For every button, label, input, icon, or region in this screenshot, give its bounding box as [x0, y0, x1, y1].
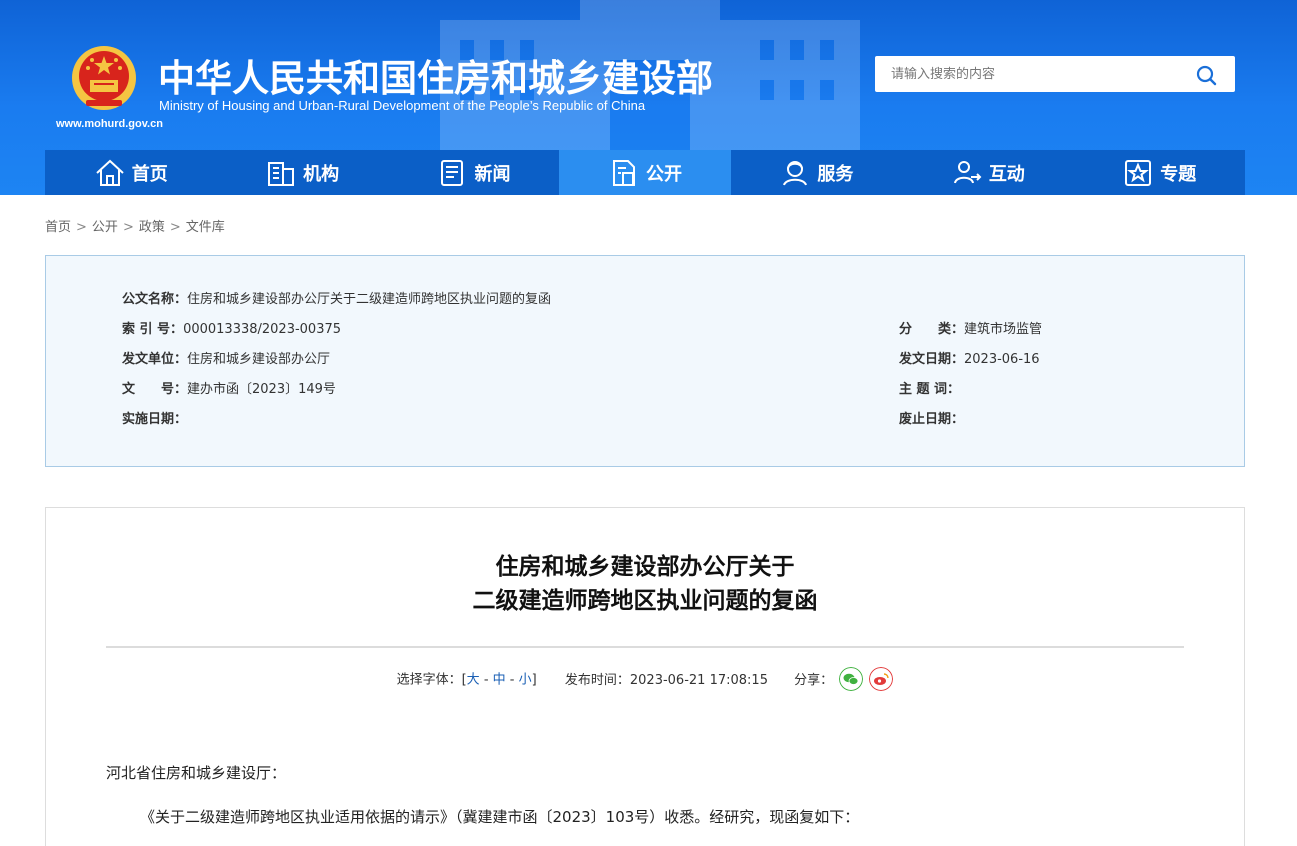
main-nav: 首页 机构 新闻 公开 服务 互动 专题	[45, 150, 1245, 195]
meta-issuer-label: 发文单位：	[122, 352, 188, 367]
nav-item-news[interactable]: 新闻	[388, 150, 559, 195]
nav-item-label: 新闻	[474, 163, 511, 185]
service-icon	[783, 160, 808, 186]
meta-title-row: 公文名称：住房和城乡建设部办公厅关于二级建造师跨地区执业问题的复函	[122, 288, 551, 307]
font-large-link[interactable]: 大	[467, 673, 480, 688]
font-small-link[interactable]: 小	[519, 673, 532, 688]
nav-item-service[interactable]: 服务	[731, 150, 902, 195]
breadcrumb-public[interactable]: 公开	[92, 220, 118, 235]
article-title-line: 二级建造师跨地区执业问题的复函	[472, 588, 818, 614]
wechat-icon[interactable]	[839, 667, 864, 691]
article-container: 住房和城乡建设部办公厅关于 二级建造师跨地区执业问题的复函 选择字体：[大 - …	[45, 507, 1245, 846]
letter-salutation: 河北省住房和城乡建设厅：	[106, 764, 287, 782]
meta-category-value: 建筑市场监管	[964, 322, 1043, 337]
meta-issue-date-label: 发文日期：	[899, 352, 965, 367]
nav-item-organization[interactable]: 机构	[216, 150, 387, 195]
font-medium-link[interactable]: 中	[493, 673, 506, 688]
meta-index-value: 000013338/2023-00375	[183, 322, 342, 337]
home-icon	[96, 159, 124, 186]
article-title: 住房和城乡建设部办公厅关于 二级建造师跨地区执业问题的复函	[46, 550, 1244, 618]
meta-expire-date-row: 废止日期：	[899, 408, 964, 427]
letter-paragraph: 《关于二级建造师跨地区执业适用依据的请示》（冀建建市函〔2023〕103号）收悉…	[140, 808, 860, 826]
meta-doc-number-label: 文 号：	[122, 382, 188, 397]
news-icon	[440, 159, 463, 186]
article-info-bar: 选择字体：[大 - 中 - 小] 发布时间：2023-06-21 17:08:1…	[46, 667, 1244, 692]
search-icon[interactable]	[1195, 64, 1217, 86]
meta-issue-date-value: 2023-06-16	[964, 352, 1040, 367]
nav-item-interaction[interactable]: 互动	[902, 150, 1073, 195]
building-icon	[268, 161, 295, 186]
search-input[interactable]	[891, 64, 1181, 84]
title-divider	[106, 646, 1184, 648]
star-icon	[1125, 159, 1152, 186]
breadcrumb-separator: >	[169, 220, 181, 235]
publish-time-value: 2023-06-21 17:08:15	[629, 672, 768, 688]
share-label: 分享：	[794, 672, 834, 688]
nav-item-label: 机构	[303, 163, 340, 185]
meta-title-value: 住房和城乡建设部办公厅关于二级建造师跨地区执业问题的复函	[187, 292, 552, 307]
meta-doc-number-row: 文 号：建办市函〔2023〕149号	[122, 378, 336, 397]
font-select-end: ]	[531, 672, 537, 688]
meta-index-row: 索 引 号：000013338/2023-00375	[122, 318, 341, 337]
site-url: www.mohurd.gov.cn	[56, 118, 163, 130]
meta-keywords-label: 主 题 词：	[899, 382, 961, 397]
meta-issue-date-row: 发文日期：2023-06-16	[899, 348, 1040, 367]
nav-item-topics[interactable]: 专题	[1074, 150, 1245, 195]
nav-item-public[interactable]: 公开	[559, 150, 731, 195]
meta-keywords-row: 主 题 词：	[899, 378, 960, 397]
meta-expire-date-label: 废止日期：	[899, 412, 965, 427]
breadcrumb-policy[interactable]: 政策	[139, 220, 165, 235]
search-box	[875, 56, 1235, 92]
article-title-line: 住房和城乡建设部办公厅关于	[495, 554, 795, 580]
meta-effective-date-row: 实施日期：	[122, 408, 187, 427]
document-metadata-box: 公文名称：住房和城乡建设部办公厅关于二级建造师跨地区执业问题的复函 索 引 号：…	[45, 255, 1245, 467]
national-emblem-icon	[72, 46, 136, 110]
nav-item-label: 互动	[988, 163, 1025, 185]
meta-category-label: 分 类：	[899, 322, 965, 337]
meta-effective-date-label: 实施日期：	[122, 412, 188, 427]
site-subtitle: Ministry of Housing and Urban-Rural Deve…	[159, 98, 646, 113]
meta-doc-number-value: 建办市函〔2023〕149号	[187, 382, 336, 397]
breadcrumb-separator: >	[76, 220, 87, 235]
nav-item-label: 公开	[645, 163, 682, 185]
nav-item-home[interactable]: 首页	[45, 150, 216, 195]
breadcrumb: 首页 > 公开 > 政策 > 文件库	[45, 216, 225, 235]
nav-item-label: 服务	[817, 163, 854, 185]
breadcrumb-library[interactable]: 文件库	[186, 220, 225, 235]
font-select-label: 选择字体：[	[396, 672, 467, 688]
meta-title-label: 公文名称：	[122, 292, 188, 307]
interaction-icon	[953, 160, 982, 183]
document-icon	[612, 159, 635, 186]
breadcrumb-separator: >	[122, 220, 134, 235]
site-title[interactable]: 中华人民共和国住房和城乡建设部	[158, 48, 713, 102]
font-size-selector: 选择字体：[大 - 中 - 小]	[396, 672, 537, 688]
nav-item-label: 首页	[131, 163, 168, 185]
nav-item-label: 专题	[1160, 163, 1197, 185]
breadcrumb-home[interactable]: 首页	[45, 220, 71, 235]
weibo-icon[interactable]	[869, 667, 894, 691]
meta-index-label: 索 引 号：	[122, 322, 184, 337]
meta-issuer-value: 住房和城乡建设部办公厅	[187, 352, 331, 367]
publish-time: 发布时间：2023-06-21 17:08:15	[565, 673, 768, 688]
meta-issuer-row: 发文单位：住房和城乡建设部办公厅	[122, 348, 330, 367]
publish-label: 发布时间：	[564, 672, 630, 688]
meta-category-row: 分 类：建筑市场监管	[899, 318, 1042, 337]
